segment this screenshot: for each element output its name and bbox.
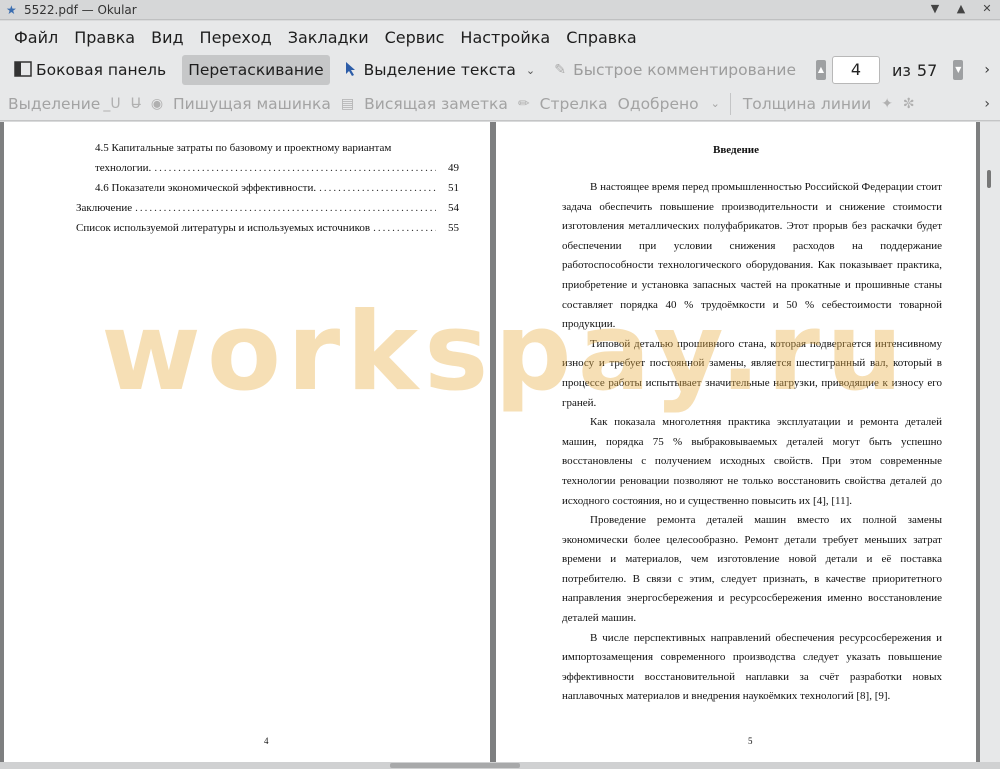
page-number-footer: 4 bbox=[264, 736, 269, 746]
highlight-tool[interactable]: Выделение bbox=[8, 95, 100, 113]
maximize-icon[interactable]: ▲ bbox=[954, 2, 968, 16]
eraser-icon[interactable]: ✼ bbox=[903, 96, 915, 112]
paragraph: В числе перспективных направлений обеспе… bbox=[562, 631, 942, 703]
drag-mode-label: Перетаскивание bbox=[188, 61, 324, 79]
toc-leader: ........................................… bbox=[154, 162, 436, 174]
paragraph: Как показала многолетняя практика эксплу… bbox=[562, 416, 942, 507]
menu-settings[interactable]: Настройка bbox=[452, 28, 558, 47]
menu-view[interactable]: Вид bbox=[143, 28, 191, 47]
pdf-page-left: 4.5 Капитальные затраты по базовому и пр… bbox=[4, 122, 490, 764]
page-up-icon[interactable]: ▲ bbox=[816, 60, 826, 80]
toc-entry[interactable]: Список используемой литературы и использ… bbox=[76, 222, 459, 234]
minimize-icon[interactable]: ▼ bbox=[928, 2, 942, 16]
sidebar-icon bbox=[14, 61, 32, 79]
toc-leader: ..................... bbox=[373, 222, 436, 234]
paragraph: В настоящее время перед промышленностью … bbox=[562, 181, 942, 331]
popup-note-tool[interactable]: Висящая заметка bbox=[364, 95, 508, 113]
toolbar-separator bbox=[729, 92, 731, 115]
note-icon[interactable]: ▤ bbox=[341, 96, 354, 112]
cursor-icon bbox=[342, 61, 360, 79]
menu-tools[interactable]: Сервис bbox=[377, 28, 453, 47]
menu-bar: Файл Правка Вид Переход Закладки Сервис … bbox=[0, 21, 1000, 53]
vertical-scrollbar[interactable] bbox=[980, 122, 1000, 762]
sidebar-button[interactable]: Боковая панель bbox=[8, 55, 172, 85]
toc-entry[interactable]: Заключение .............................… bbox=[76, 202, 459, 214]
toc-entry[interactable]: 4.6 Показатели экономической эффективнос… bbox=[95, 182, 459, 194]
stamp-tool-label: Одобрено bbox=[617, 94, 699, 113]
page-total: 57 bbox=[916, 60, 938, 80]
chevron-down-icon[interactable]: ⌄ bbox=[711, 97, 720, 110]
toolbar-overflow-icon[interactable]: › bbox=[984, 62, 990, 78]
quick-comment-button[interactable]: ✎ Быстрое комментирование bbox=[545, 55, 802, 85]
toc-page-number: 49 bbox=[448, 162, 459, 174]
page-number-footer: 5 bbox=[748, 736, 753, 746]
marker-icon: ✎ bbox=[554, 62, 566, 78]
horizontal-scrollbar[interactable] bbox=[0, 762, 1000, 769]
title-bar: ★ 5522.pdf — Okular ▼ ▲ ✕ bbox=[0, 0, 1000, 20]
okular-app-icon[interactable]: ★ bbox=[6, 3, 20, 17]
line-width-tool[interactable]: Толщина линии bbox=[743, 95, 871, 113]
toc-leader: ........................................… bbox=[135, 202, 436, 214]
sidebar-button-label: Боковая панель bbox=[36, 61, 167, 79]
toc-entry-text: 4.6 Показатели экономической эффективнос… bbox=[95, 182, 317, 194]
menu-edit[interactable]: Правка bbox=[66, 28, 143, 47]
strikeout-icon[interactable]: U̶ bbox=[131, 96, 141, 112]
window-title: 5522.pdf — Okular bbox=[24, 2, 137, 17]
page-heading: Введение bbox=[712, 144, 760, 156]
toc-page-number: 55 bbox=[448, 222, 459, 234]
pdf-page-right: Введение В настоящее время перед промышл… bbox=[496, 122, 976, 764]
menu-go[interactable]: Переход bbox=[192, 28, 280, 47]
toc-entry-text: технологии. bbox=[95, 162, 152, 174]
text-select-button[interactable]: Выделение текста ⌄ bbox=[336, 55, 541, 85]
toc-entry[interactable]: 4.5 Капитальные затраты по базовому и пр… bbox=[95, 142, 435, 154]
menu-file[interactable]: Файл bbox=[6, 28, 66, 47]
text-select-label: Выделение текста bbox=[363, 61, 516, 79]
pin-icon[interactable]: ✦ bbox=[881, 96, 893, 112]
annotation-overflow-icon[interactable]: › bbox=[984, 96, 990, 112]
toc-page-number: 51 bbox=[448, 182, 459, 194]
scrollbar-thumb[interactable] bbox=[390, 763, 520, 768]
page-down-icon[interactable]: ▼ bbox=[953, 60, 964, 80]
window-controls: ▼ ▲ ✕ bbox=[928, 2, 994, 16]
page-body: В настоящее время перед промышленностью … bbox=[562, 178, 942, 707]
toc-entry-text: 4.5 Капитальные затраты по базовому и пр… bbox=[95, 142, 392, 154]
paragraph: Типовой деталью прошивного стана, котора… bbox=[562, 337, 942, 409]
main-toolbar: Боковая панель Перетаскивание Выделение … bbox=[0, 53, 1000, 87]
chevron-down-icon[interactable]: ⌄ bbox=[526, 64, 535, 77]
typewriter-tool[interactable]: Пишущая машинка bbox=[173, 95, 331, 113]
stamp-tool[interactable]: Одобрено ⌄ bbox=[618, 95, 720, 113]
close-icon[interactable]: ✕ bbox=[980, 2, 994, 16]
toc-entry-text: Заключение bbox=[76, 202, 133, 214]
squiggle-icon[interactable]: ◉ bbox=[151, 96, 163, 112]
menu-help[interactable]: Справка bbox=[558, 28, 645, 47]
page-of-label: из bbox=[892, 60, 911, 80]
toc-page-number: 54 bbox=[448, 202, 459, 214]
menu-bookmarks[interactable]: Закладки bbox=[280, 28, 377, 47]
scrollbar-handle[interactable] bbox=[987, 170, 991, 188]
quick-comment-label: Быстрое комментирование bbox=[573, 61, 796, 79]
paragraph: Проведение ремонта деталей машин вместо … bbox=[562, 514, 942, 625]
toc-entry-text: Список используемой литературы и использ… bbox=[76, 222, 371, 234]
document-view[interactable]: 4.5 Капитальные затраты по базовому и пр… bbox=[0, 122, 1000, 769]
toc-entry[interactable]: технологии. ............................… bbox=[95, 162, 459, 174]
underline-icon[interactable]: ̲U bbox=[110, 96, 120, 112]
page-number-input[interactable]: 4 bbox=[832, 56, 880, 84]
arrow-tool[interactable]: Стрелка bbox=[540, 95, 608, 113]
drag-mode-button[interactable]: Перетаскивание bbox=[182, 55, 330, 85]
toc-leader: ........................................… bbox=[319, 182, 436, 194]
annotation-toolbar: Выделение ̲U U̶ ◉ Пишущая машинка ▤ Вися… bbox=[0, 87, 1000, 121]
pen-icon[interactable]: ✏ bbox=[518, 96, 530, 112]
